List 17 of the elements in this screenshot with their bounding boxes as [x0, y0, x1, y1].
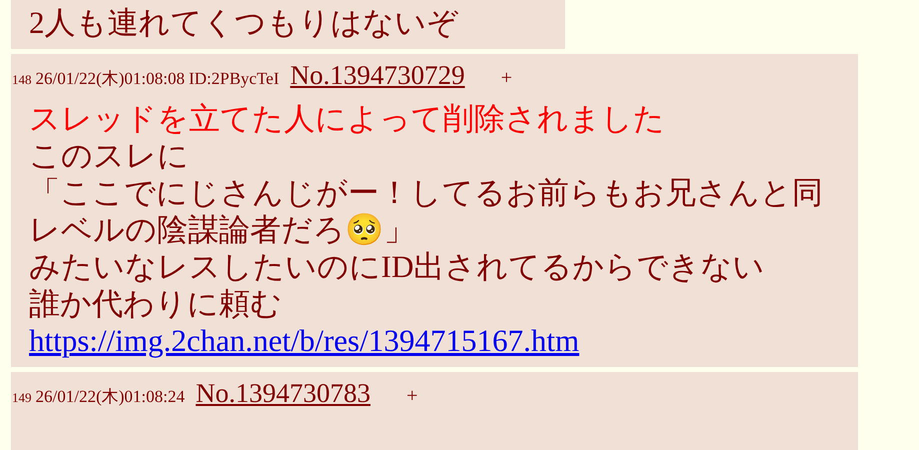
post-date: 26/01/22(木)01:08:24	[36, 386, 185, 408]
post-date: 26/01/22(木)01:08:08	[36, 68, 185, 90]
post-text: 2人も連れてくつもりはないぞ	[29, 4, 458, 41]
post-text: みたいなレスしたいのにID出されてるからできない	[29, 248, 765, 285]
post-number: 148	[12, 71, 32, 89]
post-no-link[interactable]: No.1394730729	[290, 55, 465, 96]
thread-link[interactable]: https://img.2chan.net/b/res/1394715167.htm	[29, 322, 580, 359]
post-number: 149	[12, 389, 32, 407]
post-text: このスレに	[29, 137, 189, 174]
post-no-link[interactable]: No.1394730783	[196, 373, 370, 414]
post-text: レベルの陰謀論者だろ🥺」	[29, 211, 415, 248]
post-text: 誰か代わりに頼む	[29, 285, 282, 322]
poster-id: ID:2PBycTeI	[188, 68, 280, 90]
deleted-notice: スレッドを立てた人によって削除されました	[29, 100, 665, 137]
plus-button[interactable]: +	[406, 381, 418, 411]
post-text: 「ここでにじさんじがー！してるお前らもお兄さんと同	[29, 174, 823, 211]
plus-button[interactable]: +	[500, 63, 512, 93]
